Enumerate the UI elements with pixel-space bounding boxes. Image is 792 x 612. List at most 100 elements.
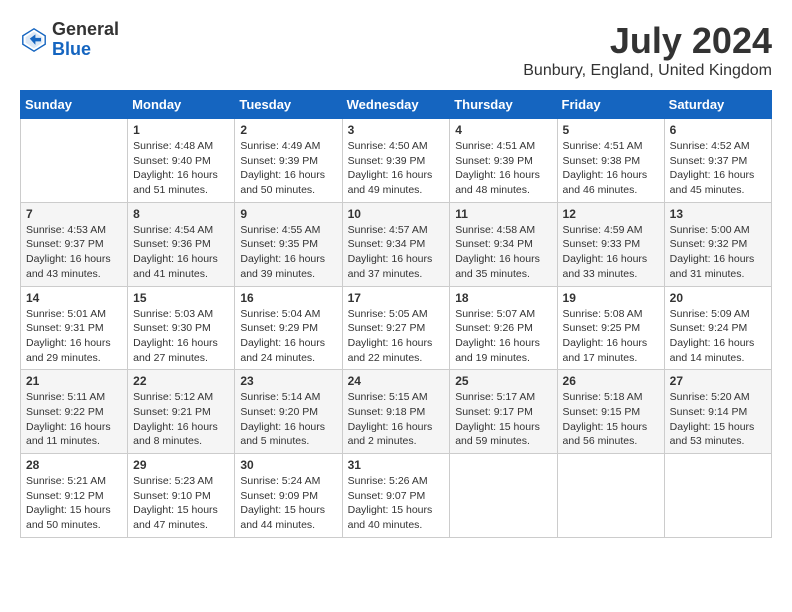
calendar-week-row: 21Sunrise: 5:11 AMSunset: 9:22 PMDayligh…: [21, 370, 772, 454]
cell-text: Daylight: 16 hours: [563, 252, 659, 267]
cell-text: Daylight: 16 hours: [670, 168, 766, 183]
cell-text: Daylight: 15 hours: [455, 420, 551, 435]
cell-text: Sunset: 9:27 PM: [348, 321, 445, 336]
calendar-cell: 29Sunrise: 5:23 AMSunset: 9:10 PMDayligh…: [128, 454, 235, 538]
cell-text: Sunset: 9:22 PM: [26, 405, 122, 420]
cell-text: Sunset: 9:36 PM: [133, 237, 229, 252]
cell-text: and 47 minutes.: [133, 518, 229, 533]
cell-text: Sunset: 9:17 PM: [455, 405, 551, 420]
cell-text: and 40 minutes.: [348, 518, 445, 533]
cell-text: Daylight: 16 hours: [240, 420, 336, 435]
weekday-header-thursday: Thursday: [450, 91, 557, 119]
cell-text: Daylight: 16 hours: [348, 168, 445, 183]
cell-text: Sunset: 9:15 PM: [563, 405, 659, 420]
cell-text: Sunrise: 5:07 AM: [455, 307, 551, 322]
cell-text: Sunrise: 5:04 AM: [240, 307, 336, 322]
cell-text: Sunset: 9:18 PM: [348, 405, 445, 420]
cell-text: Sunrise: 4:53 AM: [26, 223, 122, 238]
day-number: 19: [563, 291, 659, 305]
cell-text: Sunrise: 5:24 AM: [240, 474, 336, 489]
day-number: 8: [133, 207, 229, 221]
cell-text: and 43 minutes.: [26, 267, 122, 282]
cell-text: Daylight: 16 hours: [348, 252, 445, 267]
cell-text: Sunrise: 5:15 AM: [348, 390, 445, 405]
calendar-cell: 22Sunrise: 5:12 AMSunset: 9:21 PMDayligh…: [128, 370, 235, 454]
cell-text: Daylight: 15 hours: [670, 420, 766, 435]
day-number: 10: [348, 207, 445, 221]
calendar-cell: 27Sunrise: 5:20 AMSunset: 9:14 PMDayligh…: [664, 370, 771, 454]
calendar-week-row: 1Sunrise: 4:48 AMSunset: 9:40 PMDaylight…: [21, 119, 772, 203]
cell-text: Sunset: 9:24 PM: [670, 321, 766, 336]
cell-text: Sunrise: 4:52 AM: [670, 139, 766, 154]
cell-text: Sunset: 9:10 PM: [133, 489, 229, 504]
cell-text: and 24 minutes.: [240, 351, 336, 366]
cell-text: Daylight: 16 hours: [240, 168, 336, 183]
cell-text: Daylight: 15 hours: [563, 420, 659, 435]
cell-text: Sunset: 9:26 PM: [455, 321, 551, 336]
weekday-header-sunday: Sunday: [21, 91, 128, 119]
cell-text: Sunset: 9:14 PM: [670, 405, 766, 420]
calendar-cell: [450, 454, 557, 538]
cell-text: and 27 minutes.: [133, 351, 229, 366]
cell-text: Daylight: 16 hours: [133, 420, 229, 435]
weekday-header-friday: Friday: [557, 91, 664, 119]
cell-text: Sunrise: 5:12 AM: [133, 390, 229, 405]
weekday-header-row: SundayMondayTuesdayWednesdayThursdayFrid…: [21, 91, 772, 119]
cell-text: Sunset: 9:34 PM: [455, 237, 551, 252]
location-title: Bunbury, England, United Kingdom: [523, 62, 772, 80]
calendar-cell: 28Sunrise: 5:21 AMSunset: 9:12 PMDayligh…: [21, 454, 128, 538]
cell-text: Daylight: 16 hours: [670, 336, 766, 351]
day-number: 29: [133, 458, 229, 472]
cell-text: Sunrise: 5:14 AM: [240, 390, 336, 405]
calendar-cell: 26Sunrise: 5:18 AMSunset: 9:15 PMDayligh…: [557, 370, 664, 454]
cell-text: and 56 minutes.: [563, 434, 659, 449]
calendar-cell: 6Sunrise: 4:52 AMSunset: 9:37 PMDaylight…: [664, 119, 771, 203]
day-number: 1: [133, 123, 229, 137]
day-number: 6: [670, 123, 766, 137]
weekday-header-monday: Monday: [128, 91, 235, 119]
cell-text: Sunrise: 5:11 AM: [26, 390, 122, 405]
day-number: 5: [563, 123, 659, 137]
cell-text: Sunset: 9:38 PM: [563, 154, 659, 169]
day-number: 28: [26, 458, 122, 472]
cell-text: Daylight: 16 hours: [563, 336, 659, 351]
cell-text: Daylight: 15 hours: [133, 503, 229, 518]
calendar-cell: 24Sunrise: 5:15 AMSunset: 9:18 PMDayligh…: [342, 370, 450, 454]
cell-text: Sunrise: 4:58 AM: [455, 223, 551, 238]
day-number: 9: [240, 207, 336, 221]
cell-text: and 44 minutes.: [240, 518, 336, 533]
cell-text: and 37 minutes.: [348, 267, 445, 282]
calendar-cell: [664, 454, 771, 538]
cell-text: and 46 minutes.: [563, 183, 659, 198]
cell-text: Sunset: 9:25 PM: [563, 321, 659, 336]
calendar-header: SundayMondayTuesdayWednesdayThursdayFrid…: [21, 91, 772, 119]
cell-text: Daylight: 15 hours: [348, 503, 445, 518]
calendar-cell: 12Sunrise: 4:59 AMSunset: 9:33 PMDayligh…: [557, 202, 664, 286]
cell-text: Sunrise: 4:51 AM: [455, 139, 551, 154]
cell-text: and 17 minutes.: [563, 351, 659, 366]
month-title: July 2024: [523, 20, 772, 62]
cell-text: Sunset: 9:09 PM: [240, 489, 336, 504]
cell-text: Sunset: 9:12 PM: [26, 489, 122, 504]
logo-blue-text: Blue: [52, 40, 119, 60]
cell-text: Sunrise: 5:17 AM: [455, 390, 551, 405]
cell-text: and 53 minutes.: [670, 434, 766, 449]
calendar-body: 1Sunrise: 4:48 AMSunset: 9:40 PMDaylight…: [21, 119, 772, 538]
cell-text: Daylight: 16 hours: [455, 336, 551, 351]
day-number: 12: [563, 207, 659, 221]
cell-text: Sunset: 9:31 PM: [26, 321, 122, 336]
cell-text: Sunset: 9:32 PM: [670, 237, 766, 252]
logo: General Blue: [20, 20, 119, 60]
calendar-cell: 1Sunrise: 4:48 AMSunset: 9:40 PMDaylight…: [128, 119, 235, 203]
cell-text: and 29 minutes.: [26, 351, 122, 366]
weekday-header-tuesday: Tuesday: [235, 91, 342, 119]
calendar-cell: 3Sunrise: 4:50 AMSunset: 9:39 PMDaylight…: [342, 119, 450, 203]
cell-text: Daylight: 16 hours: [133, 336, 229, 351]
day-number: 17: [348, 291, 445, 305]
cell-text: and 48 minutes.: [455, 183, 551, 198]
cell-text: and 33 minutes.: [563, 267, 659, 282]
title-area: July 2024 Bunbury, England, United Kingd…: [523, 20, 772, 80]
cell-text: Sunrise: 4:51 AM: [563, 139, 659, 154]
day-number: 30: [240, 458, 336, 472]
cell-text: Sunset: 9:39 PM: [240, 154, 336, 169]
